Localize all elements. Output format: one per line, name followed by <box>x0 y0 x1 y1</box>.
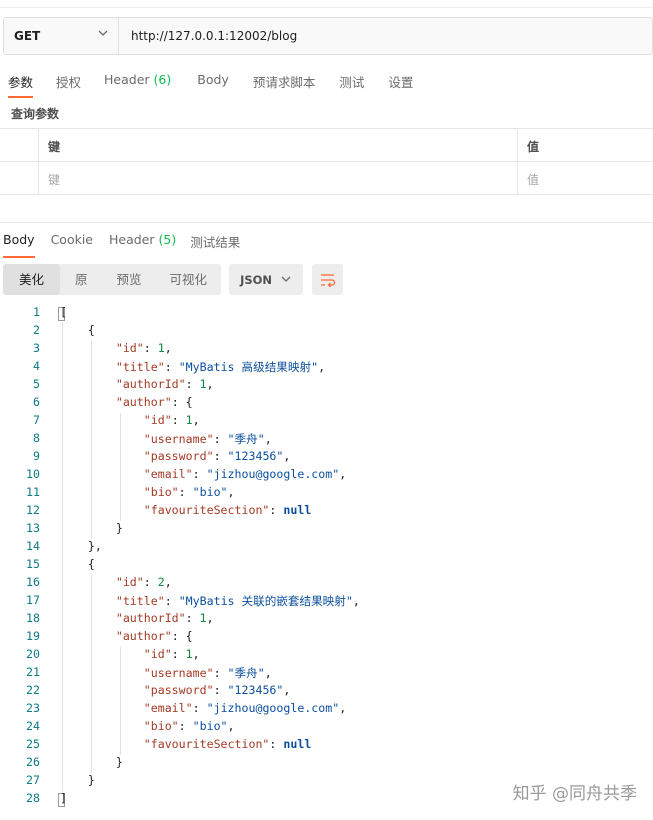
response-view-bar: 美化 原 预览 可视化 JSON <box>3 264 344 295</box>
code-line: "email": "jizhou@google.com", <box>143 701 347 715</box>
line-number: 11 <box>26 485 40 499</box>
code-line: "password": "123456", <box>143 683 291 697</box>
line-number: 14 <box>26 539 40 553</box>
method-label: GET <box>14 29 41 43</box>
view-visualize[interactable]: 可视化 <box>156 264 222 295</box>
tab-auth[interactable]: 授权 <box>56 72 81 91</box>
watermark: 知乎 @同舟共季 <box>512 784 637 804</box>
line-number: 24 <box>26 719 40 733</box>
request-tabs: 参数 授权 Header (6) Body 预请求脚本 测试 设置 <box>0 72 413 98</box>
line-number: 12 <box>26 503 40 517</box>
code-line: "id": 1, <box>115 341 172 355</box>
tab-pre-request-script[interactable]: 预请求脚本 <box>253 72 316 91</box>
line-number: 3 <box>33 341 40 355</box>
params-header-row: 键 值 <box>0 129 653 162</box>
line-number: 8 <box>33 431 40 445</box>
request-bar: GET http://127.0.0.1:12002/blog <box>3 17 653 55</box>
tab-response-header[interactable]: Header (5) <box>109 232 176 251</box>
code-line: "title": "MyBatis 关联的嵌套结果映射", <box>115 594 360 608</box>
top-divider <box>0 7 653 8</box>
key-column-header: 键 <box>48 140 61 154</box>
line-number: 23 <box>26 701 40 715</box>
code-line: [ <box>60 305 67 319</box>
line-number: 22 <box>26 683 40 697</box>
wrap-lines-button[interactable] <box>312 264 344 295</box>
line-number: 9 <box>33 449 40 463</box>
code-line: "id": 1, <box>143 413 200 427</box>
format-label: JSON <box>240 272 273 287</box>
params-table: 键 值 键 值 <box>0 128 653 195</box>
line-number: 2 <box>33 323 40 337</box>
section-divider <box>0 222 653 223</box>
line-number: 16 <box>26 575 40 589</box>
response-tabs: Body Cookie Header (5) 测试结果 <box>0 232 240 258</box>
code-line: "authorId": 1, <box>115 611 214 625</box>
key-input[interactable]: 键 <box>48 171 60 188</box>
line-number: 1 <box>33 305 40 319</box>
value-column-header: 值 <box>517 129 653 161</box>
method-select[interactable]: GET <box>4 18 119 54</box>
params-input-row: 键 值 <box>0 162 653 195</box>
code-line: "favouriteSection": null <box>143 737 312 751</box>
code-line: "author": { <box>115 629 193 643</box>
line-number: 7 <box>33 413 40 427</box>
code-line: "favouriteSection": null <box>143 503 312 517</box>
code-line: { <box>60 323 95 337</box>
line-number: 20 <box>26 647 40 661</box>
line-number: 27 <box>26 773 40 787</box>
code-line: } <box>60 755 123 769</box>
tab-settings[interactable]: 设置 <box>388 72 413 91</box>
code-line: "bio": "bio", <box>143 485 235 499</box>
tab-tests[interactable]: 测试 <box>339 72 364 91</box>
query-params-title: 查询参数 <box>11 107 60 121</box>
code-line: } <box>60 773 95 787</box>
code-line: "bio": "bio", <box>143 719 235 733</box>
code-line: ] <box>60 791 67 805</box>
tab-test-results[interactable]: 测试结果 <box>190 232 240 251</box>
code-line: "password": "123456", <box>143 449 291 463</box>
value-input[interactable]: 值 <box>517 162 653 194</box>
code-line: "authorId": 1, <box>115 377 214 391</box>
line-number: 25 <box>26 737 40 751</box>
line-number: 10 <box>26 467 40 481</box>
line-number: 5 <box>33 377 40 391</box>
view-raw[interactable]: 原 <box>60 264 103 295</box>
tab-body[interactable]: Body <box>197 72 229 91</box>
line-number: 13 <box>26 521 40 535</box>
line-number: 6 <box>33 395 40 409</box>
code-line: "username": "季舟", <box>143 666 272 680</box>
format-select[interactable]: JSON <box>229 264 304 295</box>
view-preview[interactable]: 预览 <box>103 264 156 295</box>
url-input[interactable]: http://127.0.0.1:12002/blog <box>119 18 652 54</box>
code-line: }, <box>60 539 102 553</box>
code-line: "author": { <box>115 395 193 409</box>
view-pretty[interactable]: 美化 <box>3 264 61 295</box>
line-number: 19 <box>26 629 40 643</box>
line-number: 28 <box>26 791 40 805</box>
chevron-down-icon <box>98 30 108 36</box>
wrap-lines-icon <box>320 273 335 287</box>
code-line: "email": "jizhou@google.com", <box>143 467 347 481</box>
code-line: { <box>60 557 95 571</box>
code-line: "username": "季舟", <box>143 432 272 446</box>
tab-params[interactable]: 参数 <box>8 72 34 98</box>
url-value: http://127.0.0.1:12002/blog <box>131 29 298 43</box>
code-line: "title": "MyBatis 高级结果映射", <box>115 360 326 374</box>
code-line: } <box>60 521 123 535</box>
chevron-down-icon <box>281 276 291 282</box>
line-number: 26 <box>26 755 40 769</box>
line-number: 18 <box>26 611 40 625</box>
line-number: 21 <box>26 665 40 679</box>
line-number: 15 <box>26 557 40 571</box>
tab-cookie[interactable]: Cookie <box>51 232 93 251</box>
tab-header[interactable]: Header (6) <box>104 72 171 91</box>
view-mode-group: 美化 原 预览 可视化 <box>3 264 222 295</box>
line-number: 17 <box>26 593 40 607</box>
line-number: 4 <box>33 359 40 373</box>
code-line: "id": 1, <box>143 647 200 661</box>
code-line: "id": 2, <box>115 575 172 589</box>
tab-response-body[interactable]: Body <box>3 232 35 258</box>
